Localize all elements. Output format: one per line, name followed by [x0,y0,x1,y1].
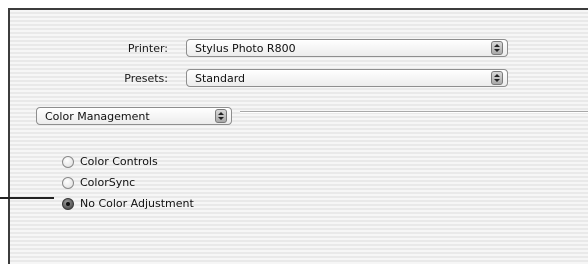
section-separator [240,111,588,113]
radio-button-icon[interactable] [62,198,74,210]
callout-line [0,197,54,199]
panel-value: Color Management [45,110,150,123]
printer-label: Printer: [127,42,168,55]
printer-popup[interactable]: Stylus Photo R800 [186,39,508,57]
radio-label: Color Controls [80,155,158,168]
up-down-arrows-icon [215,109,227,123]
printer-value: Stylus Photo R800 [195,42,296,55]
up-down-arrows-icon [491,71,503,85]
print-dialog: Printer: Stylus Photo R800 Presets: Stan… [8,8,588,264]
presets-popup[interactable]: Standard [186,69,508,87]
radio-label: No Color Adjustment [80,197,194,210]
presets-value: Standard [195,72,246,85]
radio-button-icon[interactable] [62,177,74,189]
panel-popup[interactable]: Color Management [36,107,232,125]
up-down-arrows-icon [491,41,503,55]
radio-label: ColorSync [80,176,136,189]
presets-label: Presets: [124,72,168,85]
radio-button-icon[interactable] [62,156,74,168]
